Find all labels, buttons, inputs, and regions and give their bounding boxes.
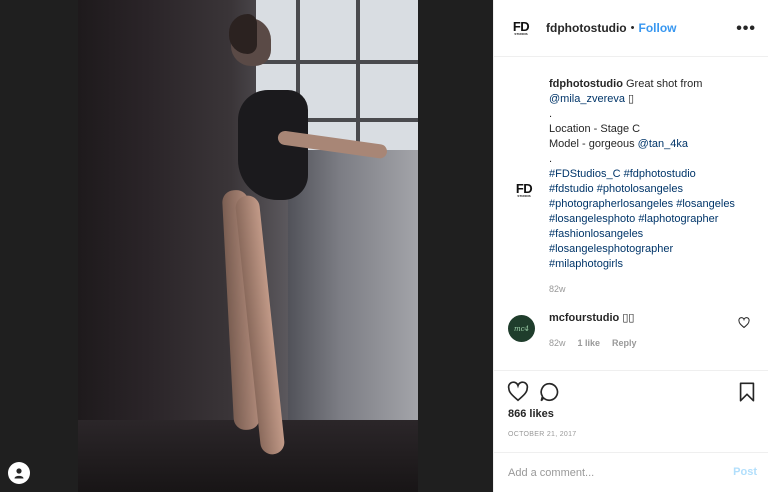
bookmark-icon[interactable] (736, 381, 758, 403)
user-tag-icon[interactable] (8, 462, 30, 484)
header-separator: • (630, 22, 635, 34)
caption-emoji: ▯ (628, 93, 635, 105)
caption-username[interactable]: fdphotostudio (549, 78, 623, 90)
photo-floor (78, 420, 418, 492)
hashtag[interactable]: #photolosangeles (597, 183, 683, 195)
post-header: FD STUDIOS fdphotostudio • Follow ••• (494, 0, 768, 57)
comment-time[interactable]: 82w (549, 338, 566, 348)
hashtag[interactable]: #losangelesphotographer (549, 243, 673, 255)
hashtag[interactable]: #losangelesphoto (549, 213, 635, 225)
caption-avatar[interactable]: FD STUDIOS (511, 177, 537, 203)
post-button[interactable]: Post (733, 466, 757, 478)
hashtag[interactable]: #fashionlosangeles (549, 228, 643, 240)
small-heart-icon[interactable] (738, 317, 750, 329)
post-details-panel: FD STUDIOS fdphotostudio • Follow ••• FD… (493, 0, 768, 492)
hashtag[interactable]: #fdstudio (549, 183, 594, 195)
comment-username[interactable]: mcfourstudio (549, 312, 619, 324)
caption-location: Location - Stage C (549, 123, 641, 135)
hashtag[interactable]: #losangeles (676, 198, 735, 210)
caption-dot: . (549, 108, 553, 120)
hashtag[interactable]: #laphotographer (638, 213, 718, 225)
commenter-avatar[interactable]: mc4 (508, 315, 535, 342)
caption: FD STUDIOS fdphotostudio Great shot from… (508, 77, 758, 294)
comment-likes[interactable]: 1 like (578, 338, 601, 348)
more-options-icon[interactable]: ••• (736, 20, 756, 38)
header-username[interactable]: fdphotostudio (546, 21, 627, 35)
post-actions (494, 370, 768, 412)
add-comment-bar: Post (494, 452, 768, 492)
follow-button[interactable]: Follow (639, 21, 677, 35)
caption-dot: . (549, 153, 553, 165)
photo-letterbox-left (0, 0, 78, 492)
heart-icon[interactable] (507, 381, 529, 403)
photo-letterbox-right (418, 0, 493, 492)
comments-section[interactable]: FD STUDIOS fdphotostudio Great shot from… (494, 57, 768, 370)
comment-input[interactable] (508, 465, 708, 481)
comment-item: mc4 mcfourstudio ▯▯ 82w 1 like Reply (508, 311, 758, 348)
hashtag[interactable]: #FDStudios_C (549, 168, 621, 180)
post-photo-pane (0, 0, 493, 492)
comment-text: ▯▯ (622, 312, 635, 324)
comment-icon[interactable] (539, 381, 561, 403)
caption-text: fdphotostudio Great shot from @mila_zver… (549, 77, 758, 272)
likes-count[interactable]: 866 likes (508, 408, 554, 420)
hashtag[interactable]: #milaphotogirls (549, 258, 623, 270)
mention-model[interactable]: @tan_4ka (638, 138, 688, 150)
caption-time[interactable]: 82w (549, 284, 758, 294)
reply-button[interactable]: Reply (612, 338, 637, 348)
post-photo[interactable] (78, 0, 418, 492)
caption-line1: Great shot from (625, 78, 703, 90)
comment-body: mcfourstudio ▯▯ (549, 311, 758, 326)
post-date[interactable]: OCTOBER 21, 2017 (508, 431, 576, 438)
comment-meta: 82w 1 like Reply (549, 338, 758, 348)
mention-photographer[interactable]: @mila_zvereva (549, 93, 625, 105)
hashtag[interactable]: #photographerlosangeles (549, 198, 673, 210)
profile-logo[interactable]: FD STUDIOS (508, 15, 534, 41)
caption-model: Model - gorgeous (549, 138, 635, 150)
hashtag[interactable]: #fdphotostudio (624, 168, 696, 180)
